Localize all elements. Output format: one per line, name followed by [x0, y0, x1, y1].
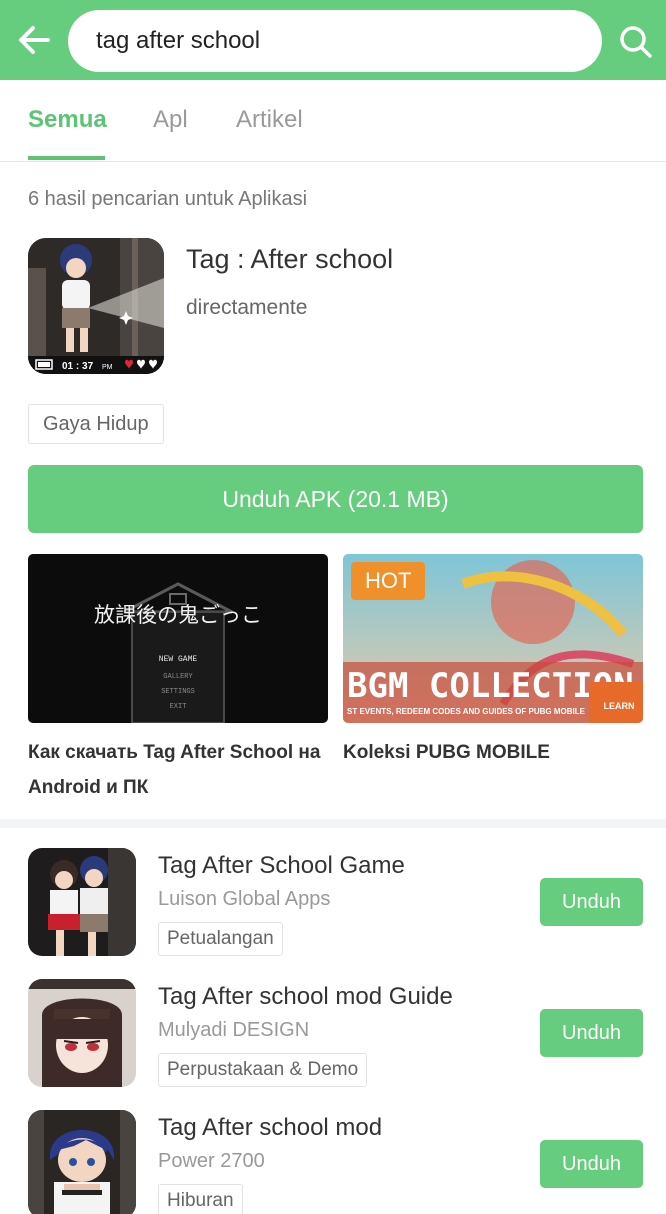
article-title[interactable]: Как скачать Tag After School на Android …: [28, 735, 328, 805]
section-divider: [0, 819, 666, 828]
app-developer: Power 2700: [158, 1150, 265, 1172]
app-developer: Luison Global Apps: [158, 888, 331, 910]
app-developer: Mulyadi DESIGN: [158, 1019, 310, 1041]
list-item[interactable]: Tag After School Game Luison Global Apps…: [0, 848, 666, 968]
article-title[interactable]: Koleksi PUBG MOBILE: [343, 735, 643, 770]
search-button[interactable]: [614, 20, 658, 64]
download-button[interactable]: Unduh: [540, 1009, 643, 1057]
thumb-menu-exit: EXIT: [170, 703, 187, 711]
search-box[interactable]: [68, 10, 602, 72]
thumb-menu-gallery: GALLERY: [163, 673, 193, 681]
pubg-corner-label: LEARN: [604, 701, 635, 711]
tab-apl[interactable]: Apl: [153, 106, 188, 134]
top-bar: [0, 0, 666, 80]
article-card-2[interactable]: BGM COLLECTION ST EVENTS, REDEEM CODES A…: [343, 554, 643, 770]
app-name[interactable]: Tag After school mod Guide: [158, 983, 453, 1011]
app-name[interactable]: Tag After School Game: [158, 852, 405, 880]
download-button[interactable]: Unduh: [540, 878, 643, 926]
thumb-menu-new: NEW GAME: [159, 655, 198, 664]
app-name[interactable]: Tag After school mod: [158, 1114, 382, 1142]
list-item[interactable]: Tag After school mod Guide Mulyadi DESIG…: [0, 979, 666, 1099]
arrow-left-icon: [19, 26, 50, 54]
featured-app-subtitle: directamente: [186, 296, 308, 319]
download-apk-button[interactable]: Unduh APK (20.1 MB): [28, 465, 643, 533]
app-category[interactable]: Perpustakaan & Demo: [158, 1053, 368, 1087]
icon-ampm-text: PM: [102, 364, 113, 371]
article-card-1[interactable]: 放課後の鬼ごっこ NEW GAME GALLERY SETTINGS EXIT …: [28, 554, 328, 805]
list-item[interactable]: Tag After school mod Power 2700 Hiburan …: [0, 1110, 666, 1214]
result-count: 6 hasil pencarian untuk Aplikasi: [28, 188, 308, 210]
app-category[interactable]: Hiburan: [158, 1184, 243, 1214]
download-button[interactable]: Unduh: [540, 1140, 643, 1188]
tab-semua[interactable]: Semua: [28, 106, 107, 134]
search-icon: [620, 26, 652, 58]
article-thumb-title: 放課後の鬼ごっこ: [94, 603, 262, 627]
app-icon[interactable]: [28, 1110, 136, 1214]
icon-time-text: 01 : 37: [62, 361, 94, 372]
tab-bar: Semua Apl Artikel: [0, 80, 666, 162]
hot-badge: HOT: [351, 562, 426, 600]
featured-app-title[interactable]: Tag : After school: [186, 244, 393, 275]
tab-artikel[interactable]: Artikel: [236, 106, 303, 134]
app-icon[interactable]: [28, 979, 136, 1087]
app-icon[interactable]: [28, 848, 136, 956]
article-thumbnail: BGM COLLECTION ST EVENTS, REDEEM CODES A…: [343, 554, 643, 723]
featured-app-icon[interactable]: 01 : 37 PM: [28, 238, 164, 374]
app-category[interactable]: Petualangan: [158, 922, 283, 956]
article-thumbnail: 放課後の鬼ごっこ NEW GAME GALLERY SETTINGS EXIT: [28, 554, 328, 723]
back-button[interactable]: [14, 20, 54, 60]
thumb-menu-settings: SETTINGS: [161, 688, 195, 696]
pubg-thumb-sub: ST EVENTS, REDEEM CODES AND GUIDES OF PU…: [347, 707, 586, 716]
featured-app-category[interactable]: Gaya Hidup: [28, 404, 164, 444]
active-tab-indicator: [28, 156, 105, 160]
search-input[interactable]: [96, 27, 574, 55]
